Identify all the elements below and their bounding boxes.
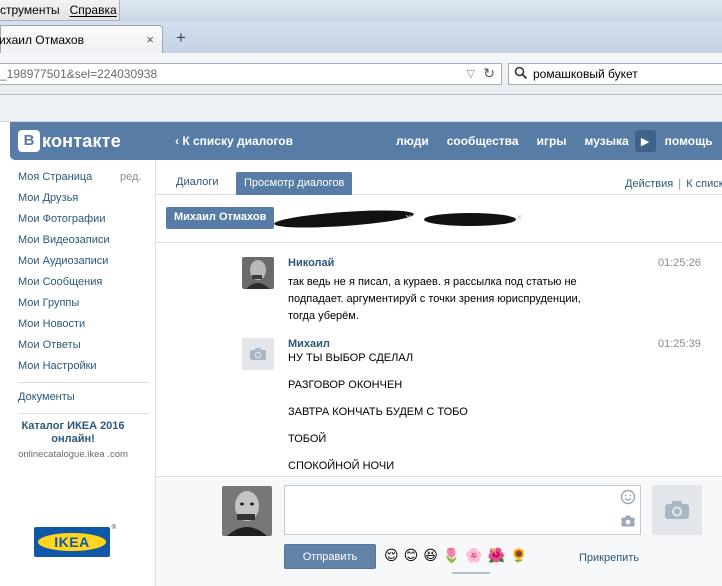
participant-chip[interactable]: Михаил Отмахов: [166, 207, 275, 229]
message-line: РАЗГОВОР ОКОНЧЕН: [288, 379, 403, 391]
menu-tools[interactable]: струменты: [0, 3, 60, 17]
message-time: 01:25:39: [658, 338, 701, 350]
compose-area: Отправить 😌 😊 😆 🌷 🌸 🌺 🌻 Прикрепить: [156, 476, 722, 586]
message-line: НУ ТЫ ВЫБОР СДЕЛАЛ: [288, 352, 414, 364]
nav-games[interactable]: игры: [537, 134, 567, 148]
back-to-dialogs-link[interactable]: ‹ К списку диалогов: [175, 134, 293, 148]
separator: |: [678, 178, 682, 190]
emoji-picker-row: 😌 😊 😆 🌷 🌸 🌺 🌻: [384, 547, 533, 565]
menu-bar: струменты Справка: [0, 0, 722, 21]
registered-mark: ®: [111, 525, 116, 531]
sidebar-item-messages[interactable]: Мои Сообщения: [10, 273, 155, 294]
address-bar[interactable]: _198977501&sel=224030938 ▽ ↻: [0, 63, 502, 85]
actions-link[interactable]: Действия: [625, 178, 673, 190]
participant-chips: Михаил Отмахов × ×: [166, 207, 722, 235]
sidebar-item-news[interactable]: Мои Новости: [10, 315, 155, 336]
logo-mark: В: [18, 130, 40, 152]
dialog-panel: Диалоги Просмотр диалогов Действия | К с…: [155, 160, 722, 586]
navigation-bar: _198977501&sel=224030938 ▽ ↻ ромашковый …: [0, 53, 722, 95]
nav-communities[interactable]: сообщества: [447, 134, 519, 148]
message-input[interactable]: [284, 485, 641, 535]
search-value: ромашковый букет: [533, 67, 638, 81]
reload-icon[interactable]: ↻: [483, 65, 495, 82]
ikea-logo[interactable]: IKEA ®: [34, 525, 116, 557]
message-line: СПОКОЙНОЙ НОЧИ: [288, 460, 395, 472]
ad-title[interactable]: Каталог ИКЕА 2016 онлайн!: [12, 420, 134, 446]
dialog-actions: Действия | К списк: [625, 178, 722, 190]
tab-title: ихаил Отмахов: [0, 32, 84, 47]
resize-grip[interactable]: [452, 572, 490, 574]
sidebar-item-friends[interactable]: Мои Друзья: [10, 189, 155, 210]
smile-icon[interactable]: [620, 489, 636, 505]
to-list-link[interactable]: К списк: [686, 178, 722, 190]
search-input[interactable]: ромашковый букет: [508, 63, 722, 85]
attach-photo-button[interactable]: [652, 485, 702, 535]
left-sidebar: ред. Моя Страница Мои Друзья Мои Фотогра…: [10, 168, 155, 419]
redacted-name: [273, 207, 415, 231]
ikea-logo-text: IKEA: [38, 533, 106, 551]
search-icon[interactable]: [514, 66, 528, 80]
site-header: В контакте ‹ К списку диалогов люди сооб…: [10, 122, 722, 160]
logo-text: контакте: [42, 130, 121, 151]
menu-strip: струменты Справка: [0, 0, 120, 21]
close-icon[interactable]: ×: [405, 212, 411, 224]
nav-music[interactable]: музыка: [585, 134, 629, 148]
url-text: _198977501&sel=224030938: [0, 67, 158, 81]
message-text: НУ ТЫ ВЫБОР СДЕЛАЛ РАЗГОВОР ОКОНЧЕН ЗАВТ…: [288, 350, 608, 476]
tab-bar: ихаил Отмахов × +: [0, 21, 722, 53]
camera-icon[interactable]: [621, 515, 635, 527]
message-history: Николай 01:25:26 так ведь не я писал, а …: [156, 242, 722, 476]
divider: [18, 382, 149, 383]
message-line: ЗАВТРА КОНЧАТЬ БУДЕМ С ТОБО: [288, 406, 468, 418]
attach-link[interactable]: Прикрепить: [579, 552, 639, 564]
emoji-hibiscus[interactable]: 🌺: [488, 547, 505, 565]
sidebar-item-answers[interactable]: Мои Ответы: [10, 336, 155, 357]
close-icon[interactable]: ×: [146, 32, 154, 47]
sidebar-item-groups[interactable]: Мои Группы: [10, 294, 155, 315]
dialog-tabs: Диалоги Просмотр диалогов Действия | К с…: [156, 160, 722, 195]
emoji-blossom[interactable]: 🌸: [465, 547, 482, 565]
menu-help[interactable]: Справка: [70, 3, 117, 17]
avatar[interactable]: [222, 486, 272, 536]
tab-view-dialogs[interactable]: Просмотр диалогов: [236, 172, 353, 195]
emoji-relieved[interactable]: 😌: [384, 547, 399, 565]
send-button[interactable]: Отправить: [284, 544, 376, 569]
redacted-name: [424, 213, 516, 226]
ad-domain: onlinecatalogue.ikea .com: [18, 449, 128, 460]
close-icon[interactable]: ×: [516, 212, 522, 224]
sidebar-item-documents[interactable]: Документы: [10, 388, 155, 409]
nav-people[interactable]: люди: [396, 134, 429, 148]
emoji-tulip[interactable]: 🌷: [443, 547, 460, 565]
edit-link[interactable]: ред.: [120, 168, 141, 186]
emoji-smile[interactable]: 😊: [404, 547, 419, 565]
ad-block[interactable]: Каталог ИКЕА 2016 онлайн! onlinecatalogu…: [12, 420, 134, 461]
sidebar-item-photos[interactable]: Мои Фотографии: [10, 210, 155, 231]
sidebar-item-audio[interactable]: Мои Аудиозаписи: [10, 252, 155, 273]
message-time: 01:25:26: [658, 257, 701, 269]
emoji-laugh[interactable]: 😆: [423, 547, 438, 565]
message-author[interactable]: Михаил: [288, 338, 330, 350]
divider: [18, 413, 149, 414]
play-icon[interactable]: ▶: [634, 130, 656, 152]
browser-tab[interactable]: ихаил Отмахов ×: [0, 25, 163, 53]
avatar[interactable]: [242, 338, 274, 370]
camera-icon: [250, 348, 266, 360]
message-text: так ведь не я писал, а кураев. я рассылк…: [288, 276, 581, 322]
dropdown-arrow-icon[interactable]: ▽: [467, 67, 475, 80]
camera-icon: [665, 501, 689, 519]
sidebar-item-settings[interactable]: Мои Настройки: [10, 357, 155, 378]
message-author[interactable]: Николай: [288, 257, 334, 269]
tab-dialogs[interactable]: Диалоги: [176, 176, 219, 188]
nav-help[interactable]: помощь: [665, 134, 713, 148]
top-nav: люди сообщества игры музыка ▶ помощь: [396, 122, 722, 160]
vk-logo[interactable]: В контакте: [18, 130, 121, 152]
new-tab-icon[interactable]: +: [176, 28, 186, 48]
sidebar-item-videos[interactable]: Мои Видеозаписи: [10, 231, 155, 252]
bookmark-bar: [0, 95, 722, 122]
message-line: ТОБОЙ: [288, 433, 327, 445]
avatar[interactable]: [242, 257, 274, 289]
emoji-sunflower[interactable]: 🌻: [510, 547, 527, 565]
